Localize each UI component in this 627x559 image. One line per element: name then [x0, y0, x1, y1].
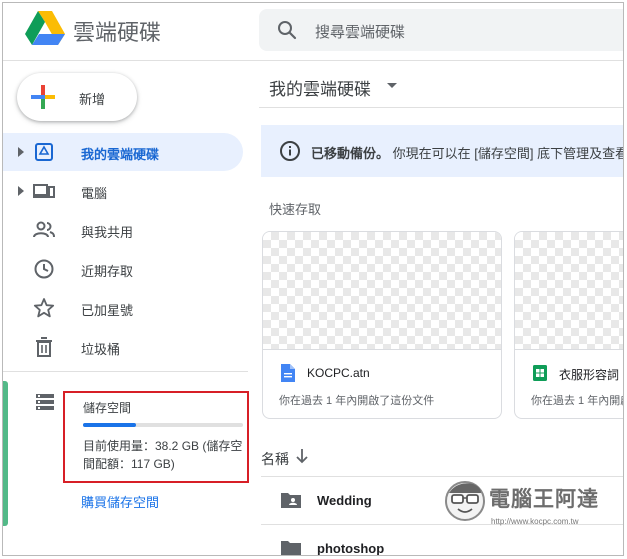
file-name: photoshop — [317, 541, 385, 556]
quick-access-label: 快速存取 — [269, 202, 322, 217]
sidebar-item-label: 我的雲端硬碟 — [81, 147, 160, 162]
sort-down-arrow-icon[interactable] — [295, 448, 309, 464]
sidebar-item-label: 與我共用 — [81, 225, 134, 240]
expand-caret-icon[interactable] — [18, 147, 24, 157]
search-icon[interactable] — [277, 20, 297, 40]
card-subtitle: 你在過去 1 年內開啟了這份文件 — [531, 395, 623, 407]
sidebar-item-trash[interactable]: 垃圾桶 — [3, 328, 243, 366]
storage-highlight-box[interactable]: 儲存空間 目前使用量：38.2 GB (儲存空間配額：117 GB) — [63, 391, 249, 483]
shared-folder-icon — [281, 493, 301, 508]
sidebar-item-my-drive[interactable]: 我的雲端硬碟 — [3, 133, 243, 171]
info-icon — [280, 141, 300, 161]
quick-access-card[interactable]: KOCPC.atn 你在過去 1 年內開啟了這份文件 — [262, 231, 502, 419]
buy-storage-link[interactable]: 購買儲存空間 — [81, 492, 159, 511]
storage-icon — [36, 394, 54, 410]
sidebar-item-computers[interactable]: 電腦 — [3, 172, 243, 210]
new-button[interactable]: 新增 — [17, 73, 137, 121]
page-title[interactable]: 我的雲端硬碟 — [269, 75, 371, 100]
banner-bold-text: 已移動備份。 — [311, 146, 390, 161]
clock-icon — [34, 259, 54, 279]
sidebar-item-starred[interactable]: 已加星號 — [3, 289, 243, 327]
plus-icon — [31, 85, 55, 109]
card-file-name: 衣服形容詞 — [559, 368, 620, 382]
drive-window: 雲端硬碟 搜尋雲端硬碟 新增 我的雲端硬碟 電腦 與我共用 近期存取 已加星號 … — [2, 2, 624, 556]
top-bar: 雲端硬碟 搜尋雲端硬碟 — [3, 3, 623, 61]
chevron-down-icon[interactable] — [387, 83, 397, 88]
new-button-label: 新增 — [79, 92, 106, 107]
shared-people-icon — [33, 221, 55, 238]
name-column-header[interactable]: 名稱 — [261, 449, 289, 469]
storage-title: 儲存空間 — [83, 401, 132, 415]
scroll-accent-bar — [3, 381, 8, 526]
star-icon — [33, 298, 55, 318]
sidebar-item-recent[interactable]: 近期存取 — [3, 250, 243, 288]
banner-body-text: 你現在可以在 [儲存空間] 底下管理及查看備份 — [392, 146, 623, 161]
sheets-file-icon — [533, 365, 547, 381]
banner-text: 已移動備份。 你現在可以在 [儲存空間] 底下管理及查看備份 — [311, 143, 623, 162]
app-title: 雲端硬碟 — [73, 20, 162, 45]
card-thumbnail — [263, 232, 501, 350]
storage-progress-fill — [83, 423, 136, 427]
file-name: Wedding — [317, 493, 372, 508]
sidebar-item-label: 近期存取 — [81, 264, 134, 279]
storage-progress-bar — [83, 423, 243, 427]
watermark-title: 電腦王阿達 — [489, 488, 599, 511]
computers-icon — [33, 184, 55, 198]
storage-usage-text: 目前使用量：38.2 GB (儲存空間配額：117 GB) — [83, 439, 243, 471]
my-drive-icon — [35, 143, 53, 161]
sidebar-item-shared[interactable]: 與我共用 — [3, 211, 243, 249]
header-divider — [259, 107, 623, 108]
search-input[interactable]: 搜尋雲端硬碟 — [315, 21, 405, 42]
watermark-url: http://www.kocpc.com.tw — [491, 517, 579, 526]
expand-caret-icon[interactable] — [18, 186, 24, 196]
info-banner: 已移動備份。 你現在可以在 [儲存空間] 底下管理及查看備份 — [261, 125, 623, 177]
sidebar-divider — [3, 371, 248, 372]
doc-file-icon — [281, 364, 295, 382]
sidebar-item-label: 垃圾桶 — [81, 342, 121, 357]
watermark-mascot-icon — [445, 481, 485, 521]
card-subtitle: 你在過去 1 年內開啟了這份文件 — [279, 395, 435, 407]
watermark: 電腦王阿達 http://www.kocpc.com.tw — [443, 477, 623, 537]
folder-icon — [281, 541, 301, 555]
quick-access-card[interactable]: 衣服形容詞 你在過去 1 年內開啟了這份文件 — [514, 231, 623, 419]
sidebar-item-label: 已加星號 — [81, 303, 134, 318]
search-bar[interactable]: 搜尋雲端硬碟 — [259, 9, 623, 51]
drive-logo-icon[interactable] — [25, 11, 65, 45]
sidebar-item-label: 電腦 — [81, 186, 108, 201]
card-thumbnail — [515, 232, 623, 350]
card-file-name: KOCPC.atn — [307, 366, 370, 380]
trash-icon — [36, 337, 52, 357]
